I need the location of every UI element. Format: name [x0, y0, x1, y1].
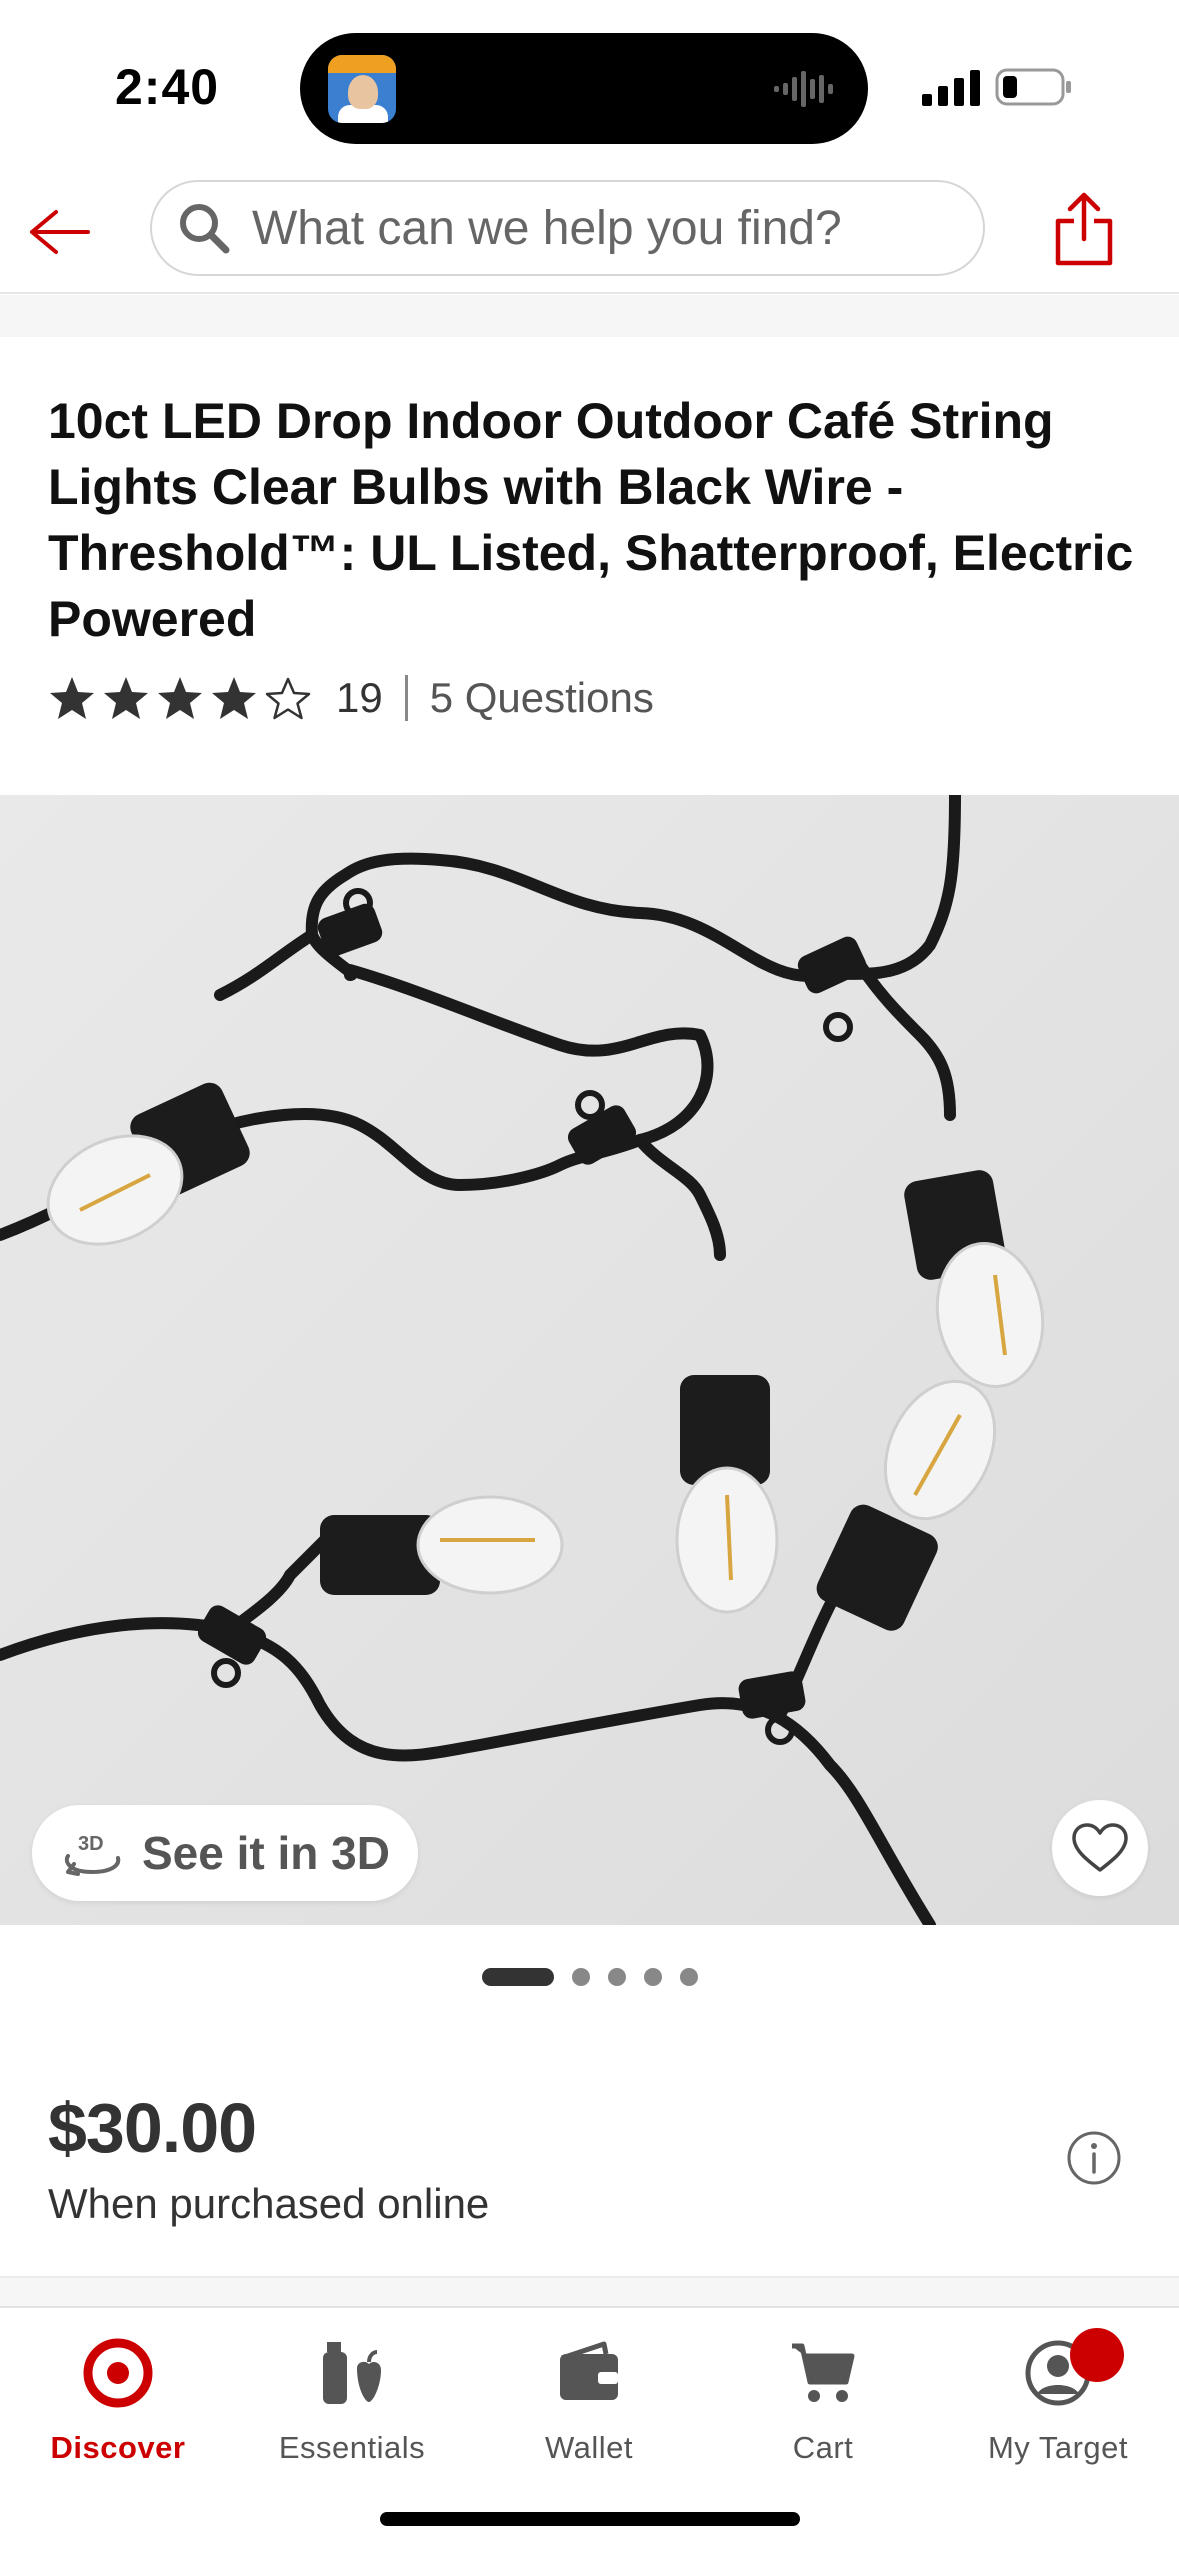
home-indicator[interactable]	[380, 2512, 800, 2526]
review-count[interactable]: 19	[336, 674, 383, 722]
star-filled-icon	[50, 677, 94, 719]
share-icon	[1055, 192, 1113, 266]
image-pagination[interactable]	[0, 1968, 1179, 1986]
back-arrow-icon	[30, 210, 90, 254]
search-input[interactable]	[252, 200, 952, 256]
cellular-signal-icon	[922, 70, 980, 106]
star-filled-icon	[104, 677, 148, 719]
rating-row[interactable]: 19 5 Questions	[48, 668, 654, 728]
search-bar[interactable]	[150, 180, 985, 276]
svg-text:3D: 3D	[78, 1833, 104, 1855]
essentials-icon	[323, 2342, 381, 2404]
dynamic-island	[300, 33, 868, 144]
rating-divider	[404, 675, 408, 721]
share-button[interactable]	[1048, 188, 1120, 270]
product-photo	[0, 795, 1045, 1925]
divider-strip	[0, 295, 1179, 337]
tab-label: My Target	[987, 2430, 1129, 2465]
battery-icon	[995, 68, 1071, 106]
favorite-button[interactable]	[1052, 1800, 1148, 1896]
tab-cart[interactable]: Cart	[723, 2328, 923, 2478]
product-title: 10ct LED Drop Indoor Outdoor Café String…	[48, 393, 1134, 647]
status-bar: 2:40	[0, 0, 1179, 170]
search-header	[0, 170, 1179, 294]
star-filled-icon	[212, 677, 256, 719]
back-button[interactable]	[22, 196, 94, 268]
target-logo-icon	[83, 2338, 153, 2408]
star-rating	[48, 674, 312, 722]
heart-icon	[1072, 1823, 1128, 1872]
cart-icon	[792, 2343, 855, 2402]
product-price: $30.00	[48, 2089, 257, 2167]
tab-label: Essentials	[278, 2430, 426, 2465]
wallet-icon	[560, 2341, 618, 2400]
tab-label: Cart	[792, 2430, 854, 2465]
tab-label: Wallet	[545, 2430, 633, 2465]
pagination-dot-active[interactable]	[481, 1968, 554, 1986]
3d-rotate-icon: 3D	[64, 1833, 121, 1876]
price-note: When purchased online	[48, 2180, 490, 2227]
section-divider	[0, 2276, 1179, 2306]
tab-my-target[interactable]: My Target	[958, 2328, 1158, 2478]
product-image-carousel[interactable]: 3D See it in 3D	[0, 795, 1179, 1925]
questions-link[interactable]: 5 Questions	[430, 674, 654, 722]
podcast-artwork-icon	[328, 55, 396, 123]
status-time: 2:40	[115, 59, 220, 115]
pagination-dot[interactable]	[571, 1968, 590, 1986]
tab-label: Discover	[50, 2430, 186, 2465]
notification-badge	[1070, 2328, 1124, 2382]
see-in-3d-button[interactable]: 3D See it in 3D	[32, 1805, 418, 1901]
info-icon[interactable]	[1066, 2130, 1122, 2186]
see-in-3d-label: See it in 3D	[142, 1827, 390, 1879]
tab-discover[interactable]: Discover	[18, 2328, 218, 2478]
audio-waveform-icon	[774, 71, 833, 107]
pagination-dot[interactable]	[679, 1968, 698, 1986]
tab-wallet[interactable]: Wallet	[489, 2328, 689, 2478]
tab-essentials[interactable]: Essentials	[252, 2328, 452, 2478]
star-filled-icon	[158, 677, 202, 719]
pagination-dot[interactable]	[607, 1968, 626, 1986]
star-empty-icon	[265, 677, 311, 720]
pagination-dot[interactable]	[643, 1968, 662, 1986]
search-icon	[180, 204, 230, 254]
